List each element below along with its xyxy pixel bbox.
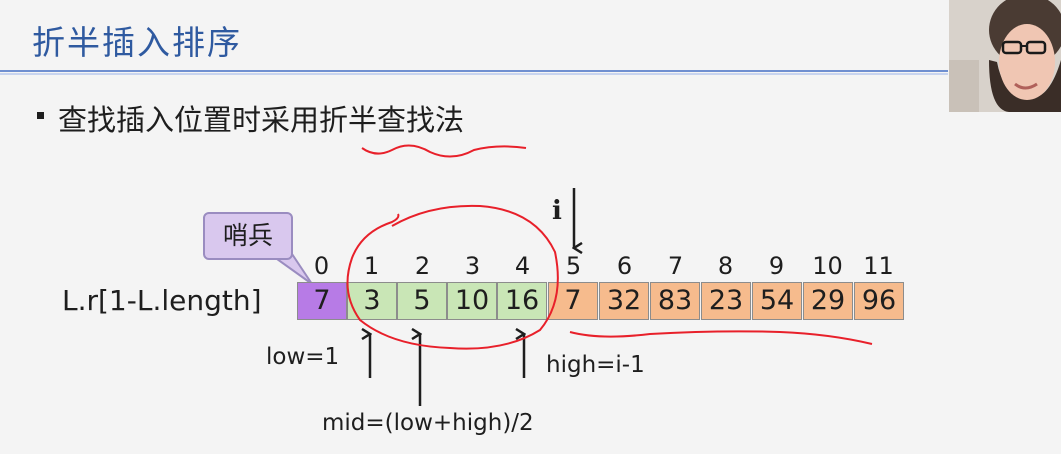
annotation-layer <box>346 144 873 406</box>
red-underline-annotation <box>361 144 527 158</box>
red-circle-annotation <box>346 204 559 350</box>
red-underline-annotation <box>569 330 873 345</box>
